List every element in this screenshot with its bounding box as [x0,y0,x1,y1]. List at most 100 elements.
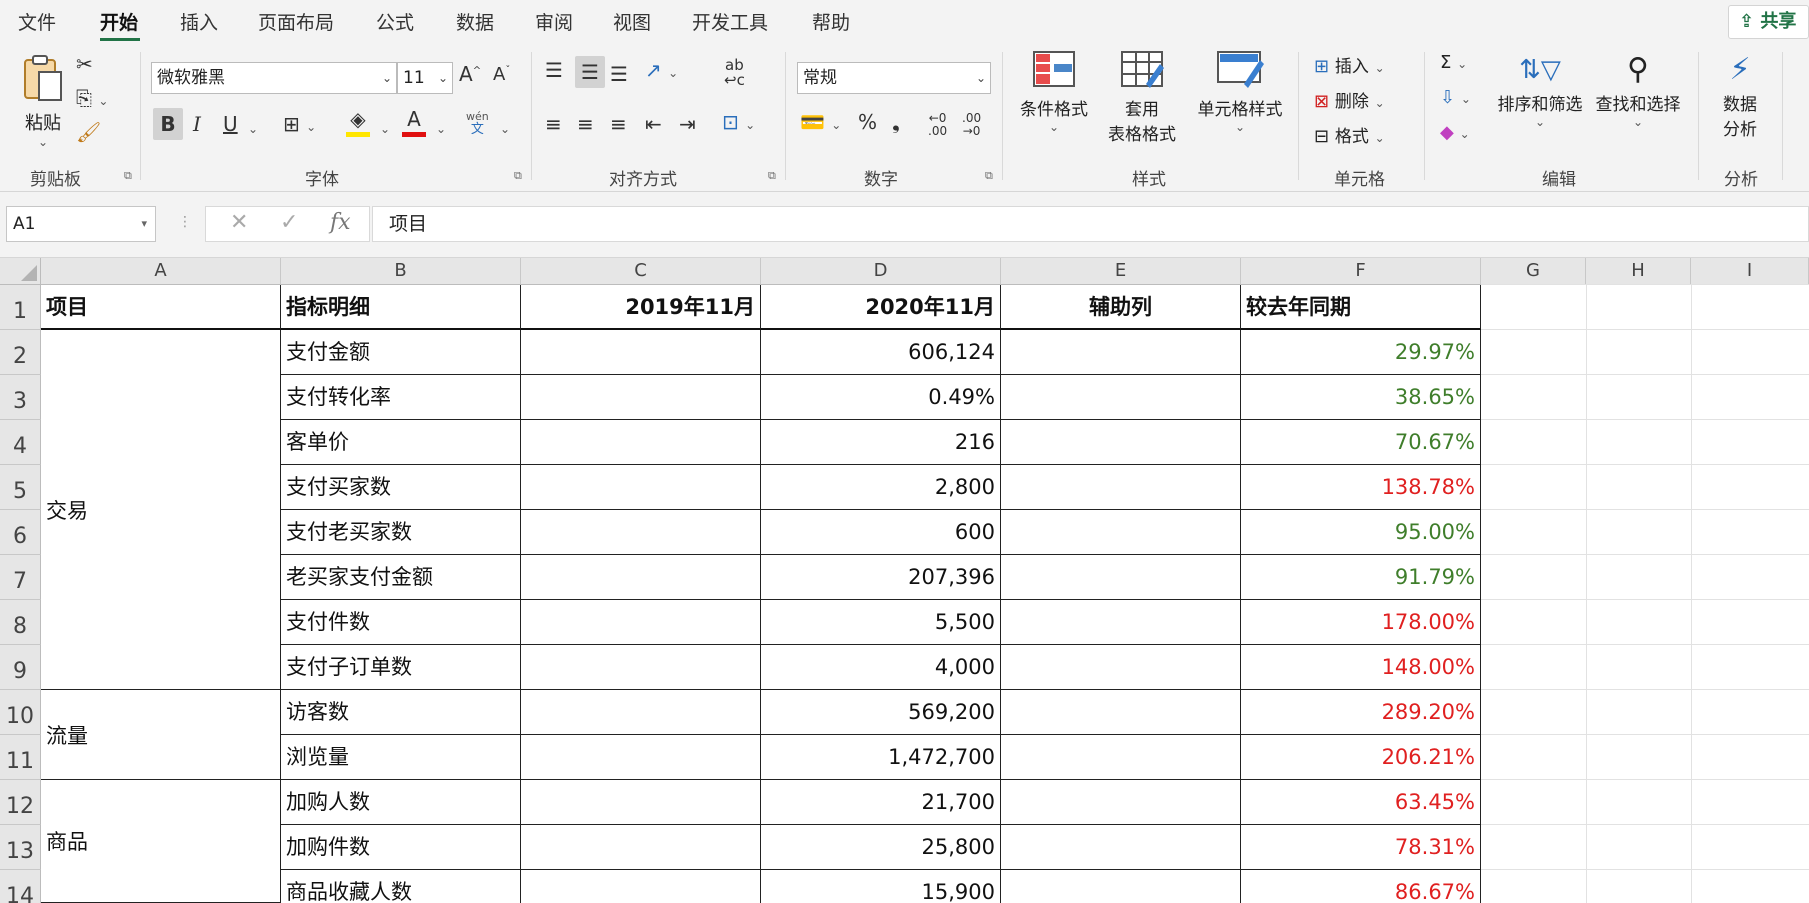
increase-indent-icon[interactable]: ⇥ [679,112,696,136]
fill-color-icon[interactable]: ◈ [346,106,370,137]
paste-button[interactable]: 粘贴 ⌄ [20,54,66,149]
row-header-9[interactable]: 9 [0,645,41,690]
header-2020[interactable]: 2020年11月 [761,285,1001,330]
yoy-cell[interactable]: 78.31% [1241,825,1481,870]
metric-cell[interactable]: 支付件数 [281,600,521,645]
group-cell[interactable]: 交易 [41,330,281,690]
phonetic-guide-button[interactable]: wén 文 [466,110,489,136]
row-header-8[interactable]: 8 [0,600,41,645]
value-2020-cell[interactable]: 21,700 [761,780,1001,825]
decrease-decimal-icon[interactable]: .00→0 [962,112,981,138]
autosum-button[interactable]: Σ ⌄ [1440,52,1467,73]
header-metric[interactable]: 指标明细 [281,285,521,330]
helper-cell[interactable] [1001,330,1241,375]
dialog-launcher-icon[interactable]: ⧉ [124,169,132,183]
tab-file[interactable]: 文件 [18,8,56,35]
value-2019-cell[interactable] [521,690,761,735]
increase-decimal-icon[interactable]: ←0.00 [928,112,947,138]
metric-cell[interactable]: 支付买家数 [281,465,521,510]
clear-icon[interactable]: ◆ ⌄ [1440,122,1470,143]
yoy-cell[interactable]: 63.45% [1241,780,1481,825]
underline-button[interactable]: U [223,108,238,140]
yoy-cell[interactable]: 138.78% [1241,465,1481,510]
group-cell[interactable]: 商品 [41,780,281,903]
row-header-6[interactable]: 6 [0,510,41,555]
value-2019-cell[interactable] [521,465,761,510]
tab-view[interactable]: 视图 [613,8,651,35]
metric-cell[interactable]: 支付金额 [281,330,521,375]
value-2019-cell[interactable] [521,825,761,870]
value-2020-cell[interactable]: 216 [761,420,1001,465]
column-header-i[interactable]: I [1691,258,1809,285]
format-painter-icon[interactable]: 🖌 [76,120,101,144]
value-2019-cell[interactable] [521,870,761,903]
drag-handle-icon[interactable]: ⋮ [178,214,192,230]
format-as-table-button[interactable]: 套用 表格格式 [1094,50,1190,145]
chevron-down-icon[interactable]: ⌄ [500,114,510,138]
text-orientation-icon[interactable]: ↗ ⌄ [645,58,678,82]
dialog-launcher-icon[interactable]: ⧉ [768,169,776,183]
percent-icon[interactable]: % [858,110,877,134]
helper-cell[interactable] [1001,780,1241,825]
format-cells-button[interactable]: ⊟ 格式 ⌄ [1314,122,1385,147]
tab-help[interactable]: 帮助 [812,8,850,35]
value-2019-cell[interactable] [521,600,761,645]
header-2019[interactable]: 2019年11月 [521,285,761,330]
cut-icon[interactable]: ✂ [76,52,93,76]
row-header-13[interactable]: 13 [0,825,41,870]
header-yoy[interactable]: 较去年同期 [1241,285,1481,330]
column-header-h[interactable]: H [1586,258,1691,285]
insert-cells-button[interactable]: ⊞ 插入 ⌄ [1314,52,1385,77]
font-size-select[interactable]: 11 ⌄ [397,62,453,94]
font-name-select[interactable]: 微软雅黑 ⌄ [151,62,397,94]
align-center-icon[interactable]: ≡ [577,112,594,136]
tab-insert[interactable]: 插入 [180,8,218,35]
align-bottom-icon[interactable]: ☰ [610,62,628,86]
comma-style-icon[interactable]: ❟ [892,110,900,134]
row-header-2[interactable]: 2 [0,330,41,375]
metric-cell[interactable]: 支付子订单数 [281,645,521,690]
align-left-icon[interactable]: ≡ [545,112,562,136]
metric-cell[interactable]: 支付转化率 [281,375,521,420]
yoy-cell[interactable]: 38.65% [1241,375,1481,420]
wrap-text-icon[interactable]: ab↩c [724,58,745,88]
dialog-launcher-icon[interactable]: ⧉ [985,169,993,183]
header-item[interactable]: 项目 [41,285,281,330]
find-select-button[interactable]: ⚲ 查找和选择 ⌄ [1590,50,1686,129]
value-2019-cell[interactable] [521,330,761,375]
value-2019-cell[interactable] [521,420,761,465]
row-header-3[interactable]: 3 [0,375,41,420]
tab-review[interactable]: 审阅 [535,8,573,35]
helper-cell[interactable] [1001,465,1241,510]
yoy-cell[interactable]: 86.67% [1241,870,1481,903]
helper-cell[interactable] [1001,420,1241,465]
value-2019-cell[interactable] [521,735,761,780]
yoy-cell[interactable]: 95.00% [1241,510,1481,555]
yoy-cell[interactable]: 29.97% [1241,330,1481,375]
tab-data[interactable]: 数据 [456,8,494,35]
value-2020-cell[interactable]: 606,124 [761,330,1001,375]
chevron-down-icon[interactable]: ⌄ [380,114,390,138]
yoy-cell[interactable]: 289.20% [1241,690,1481,735]
column-header-g[interactable]: G [1481,258,1586,285]
fill-icon[interactable]: ⇩ ⌄ [1440,87,1471,108]
cell-styles-button[interactable]: 单元格样式 ⌄ [1190,50,1290,134]
column-header-e[interactable]: E [1001,258,1241,285]
yoy-cell[interactable]: 70.67% [1241,420,1481,465]
metric-cell[interactable]: 老买家支付金额 [281,555,521,600]
helper-cell[interactable] [1001,870,1241,903]
row-header-12[interactable]: 12 [0,780,41,825]
value-2019-cell[interactable] [521,375,761,420]
metric-cell[interactable]: 支付老买家数 [281,510,521,555]
yoy-cell[interactable]: 91.79% [1241,555,1481,600]
yoy-cell[interactable]: 206.21% [1241,735,1481,780]
header-helper[interactable]: 辅助列 [1001,285,1241,330]
insert-function-icon[interactable]: fx [330,210,351,235]
metric-cell[interactable]: 客单价 [281,420,521,465]
border-icon[interactable]: ⊞ ⌄ [283,108,316,143]
value-2020-cell[interactable]: 4,000 [761,645,1001,690]
helper-cell[interactable] [1001,510,1241,555]
analyze-data-button[interactable]: ⚡ 数据 分析 [1714,50,1766,140]
tab-page-layout[interactable]: 页面布局 [258,8,334,35]
value-2020-cell[interactable]: 207,396 [761,555,1001,600]
